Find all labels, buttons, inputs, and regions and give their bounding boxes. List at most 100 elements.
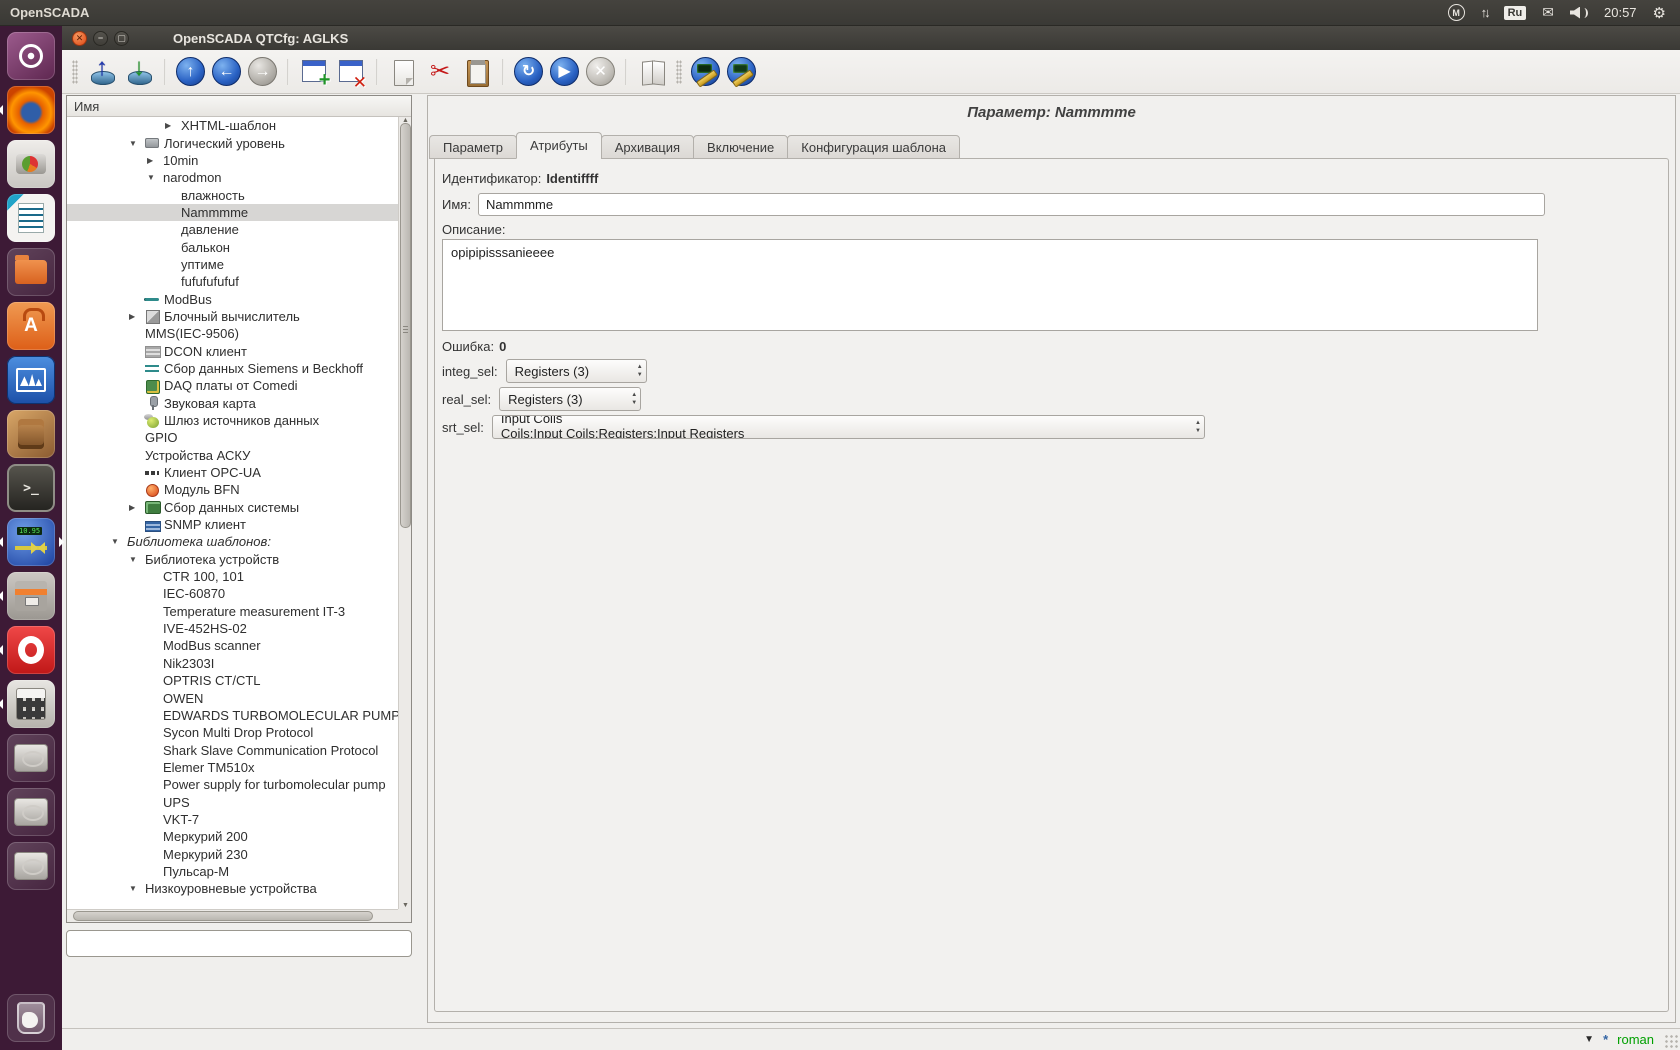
real-sel-combobox[interactable]: Registers (3) ▲▼	[499, 387, 641, 411]
srt-sel-combobox[interactable]: Input Coils Coils;Input Coils;Registers;…	[492, 415, 1205, 439]
tree-item[interactable]: влажность	[67, 186, 398, 203]
keyboard-layout-indicator[interactable]: Ru	[1504, 6, 1527, 20]
tree-item[interactable]: IEC-60870	[67, 585, 398, 602]
tree-item[interactable]: VKT-7	[67, 811, 398, 828]
openscada-button[interactable]: 10.95	[7, 518, 55, 566]
calculator-button[interactable]	[7, 680, 55, 728]
name-input[interactable]	[478, 193, 1545, 216]
trash-button[interactable]	[7, 994, 55, 1042]
files-button[interactable]	[7, 248, 55, 296]
window-close-button[interactable]: ✕	[72, 31, 87, 46]
tree-item[interactable]: DCON клиент	[67, 342, 398, 359]
spinner-arrows-icon[interactable]: ▲▼	[637, 363, 643, 379]
firefox-button[interactable]	[7, 86, 55, 134]
expander-arrow-icon[interactable]: ▶	[145, 156, 162, 165]
tree-item[interactable]: ▶ XHTML-шаблон	[67, 117, 398, 134]
load-from-db-button[interactable]: ↑	[87, 57, 117, 87]
back-button[interactable]: ←	[212, 57, 241, 86]
libreoffice-writer-button[interactable]	[7, 194, 55, 242]
dash-home-button[interactable]	[7, 32, 55, 80]
tree-item[interactable]: Клиент OPC-UA	[67, 464, 398, 481]
window-maximize-button[interactable]: ▢	[114, 31, 129, 46]
tree-item[interactable]: OWEN	[67, 689, 398, 706]
tree-item[interactable]: Elemer TM510x	[67, 759, 398, 776]
start-button[interactable]: ▶	[550, 57, 579, 86]
tree-item[interactable]: Shark Slave Communication Protocol	[67, 741, 398, 758]
tree-item[interactable]: уптиме	[67, 256, 398, 273]
tree-item[interactable]: EDWARDS TURBOMOLECULAR PUMP	[67, 707, 398, 724]
tree-item[interactable]: ▼ Логический уровень	[67, 134, 398, 151]
tree-item[interactable]: Меркурий 200	[67, 828, 398, 845]
up-button[interactable]: ↑	[176, 57, 205, 86]
tree-item[interactable]: Шлюз источников данных	[67, 412, 398, 429]
network-icon[interactable]: ↑↓	[1481, 5, 1488, 20]
tree-horizontal-scrollbar[interactable]	[67, 909, 398, 922]
tree-item[interactable]: ▶ 10min	[67, 152, 398, 169]
paste-item-button[interactable]	[462, 57, 492, 87]
system-monitor-button[interactable]	[7, 356, 55, 404]
stop-button[interactable]: ✕	[586, 57, 615, 86]
tree-item[interactable]: Модуль BFN	[67, 481, 398, 498]
volume-icon[interactable]	[1570, 6, 1588, 20]
expander-arrow-icon[interactable]: ▶	[163, 121, 180, 130]
qtstarter-config-button[interactable]	[691, 57, 720, 86]
expander-arrow-icon[interactable]: ▶	[127, 503, 144, 512]
tree-item[interactable]: SNMP клиент	[67, 516, 398, 533]
tab-template-config[interactable]: Конфигурация шаблона	[787, 135, 960, 159]
expander-arrow-icon[interactable]: ▼	[109, 537, 126, 546]
resize-grip[interactable]	[1664, 1034, 1678, 1048]
tree-item[interactable]: ModBus	[67, 290, 398, 307]
integ-sel-combobox[interactable]: Registers (3) ▲▼	[506, 359, 647, 383]
tree-item[interactable]: Звуковая карта	[67, 395, 398, 412]
tree-vertical-scrollbar[interactable]: ▲ ▼	[398, 117, 411, 909]
tree-item[interactable]: ModBus scanner	[67, 637, 398, 654]
forward-button[interactable]: →	[248, 57, 277, 86]
tree-item[interactable]: OPTRIS CT/CTL	[67, 672, 398, 689]
tree-item[interactable]: IVE-452HS-02	[67, 620, 398, 637]
spinner-arrows-icon[interactable]: ▲▼	[1195, 419, 1201, 435]
tab-parameter[interactable]: Параметр	[429, 135, 517, 159]
tab-attributes[interactable]: Атрибуты	[516, 132, 602, 159]
expander-arrow-icon[interactable]: ▶	[127, 312, 144, 321]
wooden-app-button[interactable]	[7, 410, 55, 458]
tree-item[interactable]: Пульсар-М	[67, 863, 398, 880]
tree-item[interactable]: fufufufufuf	[67, 273, 398, 290]
expander-arrow-icon[interactable]: ▼	[127, 884, 144, 893]
add-item-button[interactable]: +	[299, 57, 329, 87]
tree-hscroll-thumb[interactable]	[73, 911, 373, 921]
tree-vscroll-thumb[interactable]	[400, 123, 411, 528]
description-textarea[interactable]: opipipisssanieeee	[442, 239, 1538, 331]
expander-arrow-icon[interactable]: ▼	[127, 139, 144, 148]
expander-arrow-icon[interactable]: ▼	[127, 555, 144, 564]
tab-archiving[interactable]: Архивация	[601, 135, 694, 159]
tree-item[interactable]: CTR 100, 101	[67, 568, 398, 585]
refresh-button[interactable]: ↻	[514, 57, 543, 86]
disk-usage-analyzer-button[interactable]	[7, 140, 55, 188]
tab-enable[interactable]: Включение	[693, 135, 788, 159]
tree-header[interactable]: Имя	[67, 96, 411, 117]
terminal-button[interactable]: >_	[7, 464, 55, 512]
messaging-menu-icon[interactable]: M	[1448, 4, 1465, 21]
tree-filter-input[interactable]	[66, 930, 412, 957]
tree-item[interactable]: Temperature measurement IT-3	[67, 603, 398, 620]
tree-item[interactable]: ▼ Низкоуровневые устройства	[67, 880, 398, 897]
delete-item-button[interactable]: ✕	[336, 57, 366, 87]
tree-item[interactable]: DAQ платы от Comedi	[67, 377, 398, 394]
hard-disk-1-button[interactable]	[7, 734, 55, 782]
user-dropdown-arrow-icon[interactable]: ▼	[1584, 1034, 1594, 1045]
tree-item[interactable]: давление	[67, 221, 398, 238]
current-user[interactable]: roman	[1617, 1032, 1654, 1047]
tree-item[interactable]: Меркурий 230	[67, 845, 398, 862]
tree-item[interactable]: Nik2303I	[67, 655, 398, 672]
tree-item[interactable]: MMS(IEC-9506)	[67, 325, 398, 342]
hard-disk-3-button[interactable]	[7, 842, 55, 890]
expander-arrow-icon[interactable]: ▼	[145, 173, 162, 182]
ubuntu-software-button[interactable]: A	[7, 302, 55, 350]
window-minimize-button[interactable]: −	[93, 31, 108, 46]
manual-button[interactable]	[637, 57, 667, 87]
hard-disk-2-button[interactable]	[7, 788, 55, 836]
opera-button[interactable]	[7, 626, 55, 674]
mail-icon[interactable]: ✉	[1542, 4, 1554, 21]
clock[interactable]: 20:57	[1604, 5, 1637, 20]
tree-item[interactable]: Power supply for turbomolecular pump	[67, 776, 398, 793]
